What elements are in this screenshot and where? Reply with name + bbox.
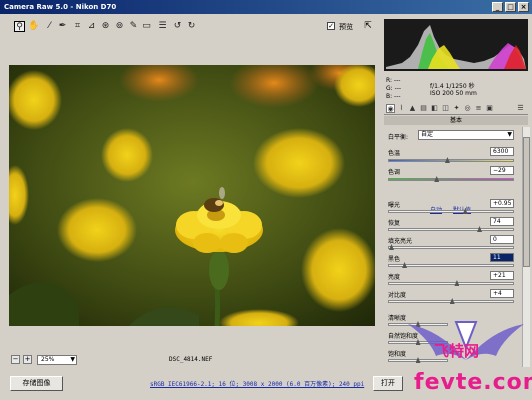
status-bar: − + 25% ▼ DSC_4814.NEF (9, 354, 375, 366)
blue-readout: B: --- (386, 93, 401, 100)
spot-removal-icon[interactable]: ⊛ (100, 21, 111, 32)
window-title: Camera Raw 5.0 - Nikon D70 (4, 3, 117, 11)
zoom-level-value: 25% (41, 356, 55, 363)
fill-light-value[interactable]: 0 (490, 235, 514, 244)
brightness-slider[interactable] (388, 280, 514, 286)
recovery-slider[interactable] (388, 226, 514, 232)
exposure-value[interactable]: +0.95 (490, 199, 514, 208)
brightness-label: 亮度 (388, 274, 401, 281)
histogram (384, 19, 528, 71)
white-balance-value: 自定 (421, 131, 434, 138)
temperature-slider-thumb[interactable] (444, 157, 450, 163)
blacks-label: 黑色 (388, 256, 401, 263)
close-button[interactable]: × (518, 2, 529, 12)
open-image-button[interactable]: 打开 (373, 376, 403, 391)
title-bar: Camera Raw 5.0 - Nikon D70 _ □ × (0, 0, 532, 14)
blacks-slider-thumb[interactable] (402, 262, 408, 268)
split-toning-tab-icon[interactable]: ◧ (430, 104, 439, 113)
detail-tab-icon[interactable]: ▲ (408, 104, 417, 113)
white-balance-icon[interactable]: ⁄ (44, 21, 55, 32)
blacks-slider[interactable] (388, 262, 514, 268)
effects-tab-icon[interactable]: ✦ (452, 104, 461, 113)
workflow-options-link[interactable]: sRGB IEC61966-2.1; 16 位; 3008 x 2000 (6.… (150, 379, 364, 388)
crop-icon[interactable]: ⌗ (72, 21, 83, 32)
chevron-down-icon: ▼ (70, 356, 75, 363)
preview-label: 预览 (339, 23, 353, 31)
brightness-value[interactable]: +21 (490, 271, 514, 280)
maximize-button[interactable]: □ (505, 2, 516, 12)
hand-icon[interactable]: ✋ (28, 21, 39, 32)
watermark-chinese: 飞特网 (434, 342, 480, 360)
preview-checkbox[interactable]: ✓ (327, 22, 335, 30)
chevron-down-icon: ▼ (507, 131, 512, 138)
section-title: 基本 (384, 116, 528, 125)
contrast-value[interactable]: +4 (490, 289, 514, 298)
white-balance-select[interactable]: 自定 ▼ (418, 130, 514, 140)
panel-tabs: ◉ ⌇ ▲ ▤ ◧ ◫ ✦ ◎ ≡ ▣ ☰ (384, 103, 528, 115)
fullscreen-icon[interactable]: ⇱ (362, 20, 374, 32)
green-readout: G: --- (386, 85, 402, 92)
preferences-icon[interactable]: ☰ (157, 21, 168, 32)
temperature-label: 色温 (388, 150, 401, 157)
zoom-out-button[interactable]: − (11, 355, 20, 364)
watermark-url: fevte.com (414, 370, 532, 395)
iso-info: ISO 200 50 mm (430, 90, 477, 97)
exposure-label: 曝光 (388, 202, 401, 209)
hsl-tab-icon[interactable]: ▤ (419, 104, 428, 113)
rotate-right-icon[interactable]: ↻ (186, 21, 197, 32)
zoom-level-select[interactable]: 25% ▼ (37, 355, 77, 365)
exposure-info: f/1.4 1/1250 秒 (430, 83, 475, 90)
tint-label: 色调 (388, 169, 401, 176)
zoom-in-button[interactable]: + (23, 355, 32, 364)
brightness-slider-thumb[interactable] (454, 280, 460, 286)
histogram-graph (384, 19, 528, 71)
blacks-value[interactable]: 11 (490, 253, 514, 262)
exposure-slider[interactable] (388, 208, 514, 214)
marigold-photo (9, 65, 375, 326)
window-controls: _ □ × (492, 2, 529, 12)
recovery-value[interactable]: 74 (490, 217, 514, 226)
tone-curve-tab-icon[interactable]: ⌇ (397, 104, 406, 113)
basic-tab-icon[interactable]: ◉ (386, 104, 395, 113)
save-image-button[interactable]: 存储图像 (10, 376, 63, 391)
temperature-slider[interactable] (388, 157, 514, 163)
toolbar: ⚲ ✋ ⁄ ✒ ⌗ ⊿ ⊛ ⊚ ✎ ▭ ☰ ↺ ↻ ✓ 预览 ⇱ (0, 15, 378, 41)
red-eye-icon[interactable]: ⊚ (114, 21, 125, 32)
rotate-left-icon[interactable]: ↺ (172, 21, 183, 32)
color-sampler-icon[interactable]: ✒ (57, 21, 68, 32)
panel-menu-icon[interactable]: ☰ (516, 104, 525, 113)
tint-slider[interactable] (388, 176, 514, 182)
file-name: DSC_4814.NEF (169, 356, 213, 363)
straighten-icon[interactable]: ⊿ (86, 21, 97, 32)
contrast-label: 对比度 (388, 292, 407, 299)
watermark-logo: 飞特网 fevte.com (400, 300, 532, 400)
presets-tab-icon[interactable]: ≡ (474, 104, 483, 113)
image-preview[interactable] (9, 65, 375, 326)
graduated-filter-icon[interactable]: ▭ (141, 21, 152, 32)
fill-light-slider[interactable] (388, 244, 514, 250)
adjustment-brush-icon[interactable]: ✎ (128, 21, 139, 32)
minimize-button[interactable]: _ (492, 2, 503, 12)
panel-scrollbar-thumb[interactable] (523, 137, 530, 267)
snapshots-tab-icon[interactable]: ▣ (485, 104, 494, 113)
recovery-slider-thumb[interactable] (477, 226, 483, 232)
lens-tab-icon[interactable]: ◫ (441, 104, 450, 113)
tint-slider-thumb[interactable] (434, 176, 440, 182)
zoom-icon[interactable]: ⚲ (14, 21, 25, 32)
tint-value[interactable]: −29 (490, 166, 514, 175)
temperature-value[interactable]: 6300 (490, 147, 514, 156)
white-balance-label: 白平衡: (388, 134, 409, 141)
fill-light-label: 填充亮光 (388, 238, 413, 245)
red-readout: R: --- (386, 77, 401, 84)
recovery-label: 恢复 (388, 220, 401, 227)
camera-calibration-tab-icon[interactable]: ◎ (463, 104, 472, 113)
